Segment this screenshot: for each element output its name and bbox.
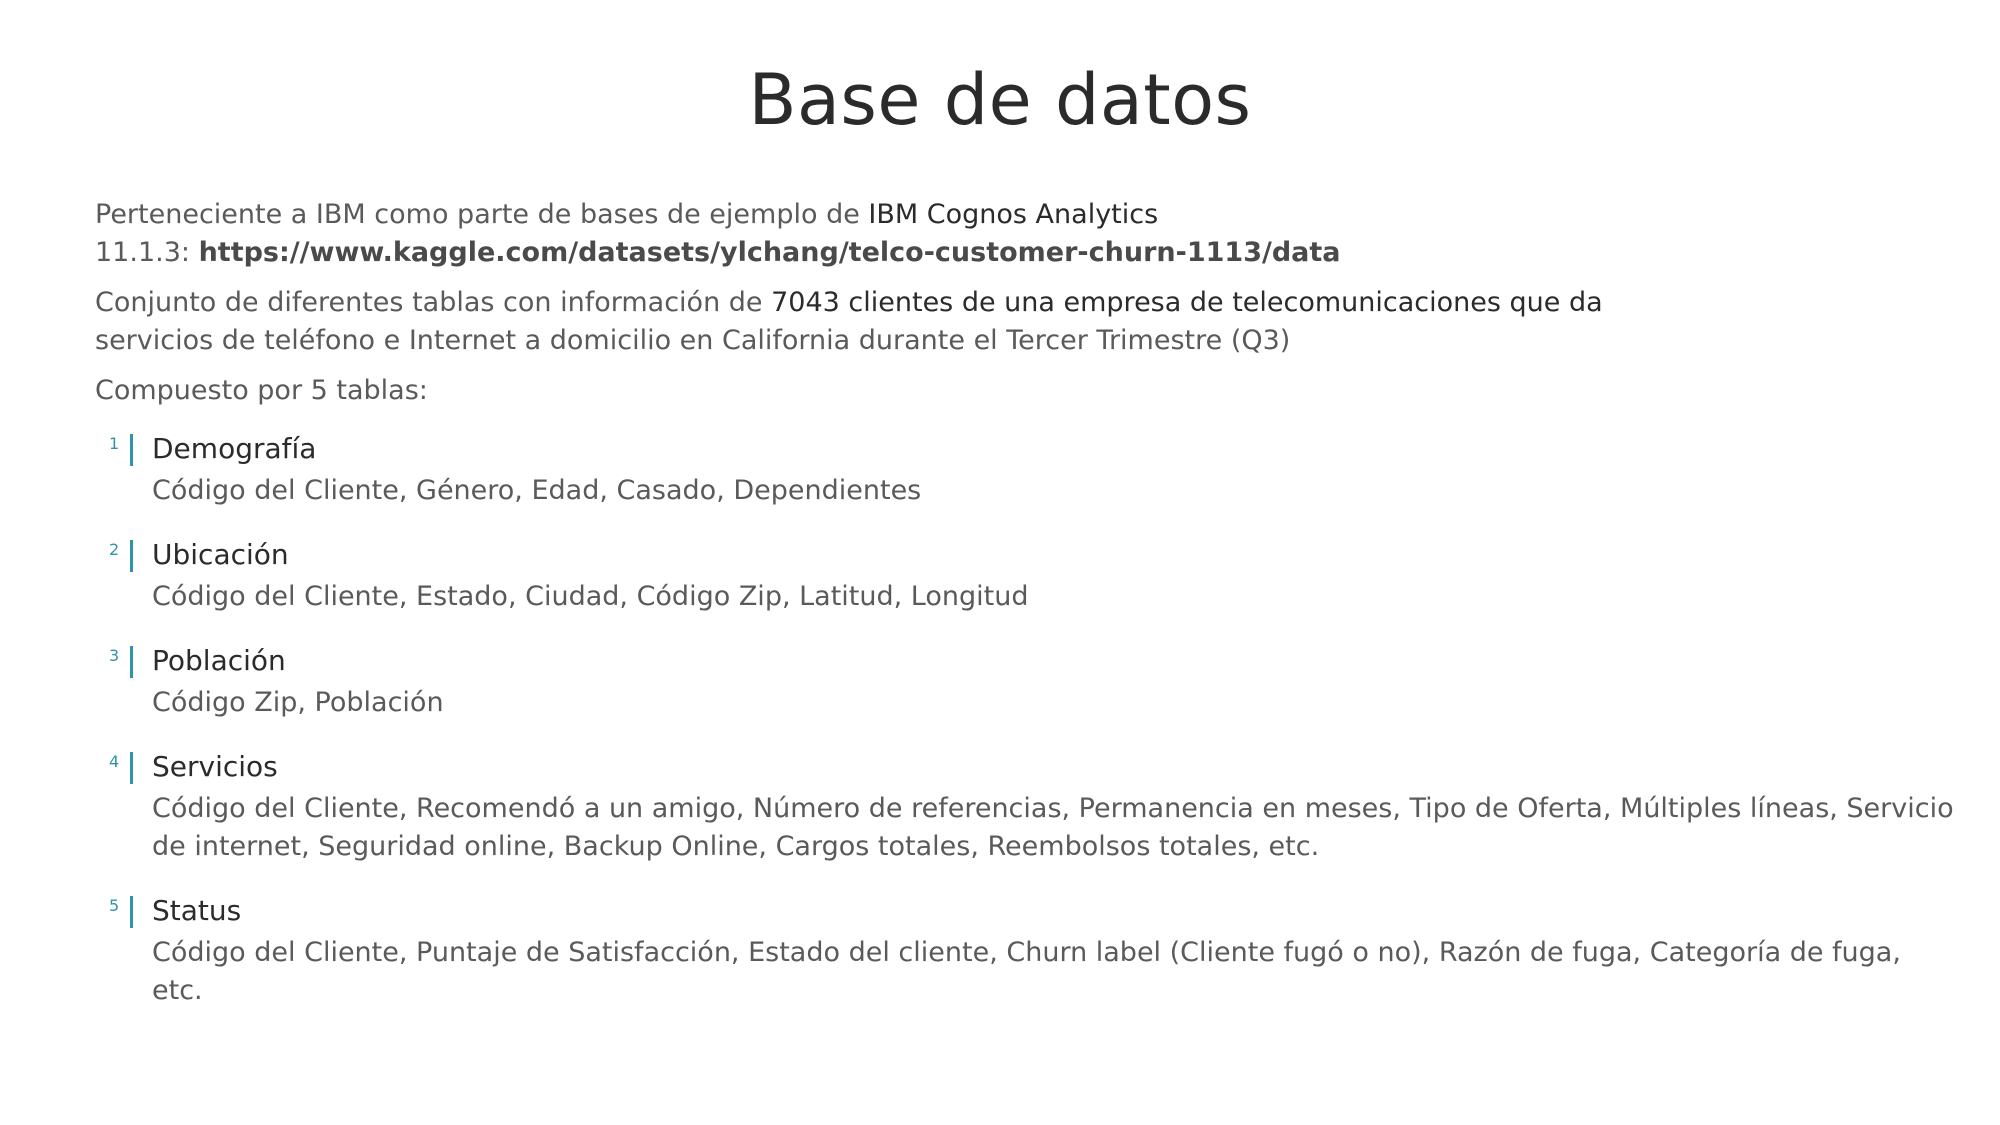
list-item-number: 5 xyxy=(109,896,120,915)
accent-bar xyxy=(130,752,133,784)
source-version: 11.1.3: xyxy=(95,237,199,268)
list-item: 3 Población Código Zip, Población xyxy=(95,642,1955,722)
list-item-number: 2 xyxy=(109,540,120,559)
description-rest: servicios de teléfono e Internet a domic… xyxy=(95,325,1291,356)
list-item-number: 4 xyxy=(109,752,120,771)
description-paragraph: Conjunto de diferentes tablas con inform… xyxy=(95,284,1955,360)
table-name: Población xyxy=(152,644,286,677)
table-name: Demografía xyxy=(152,432,317,465)
accent-bar xyxy=(130,896,133,928)
tables-list: 1 Demografía Código del Cliente, Género,… xyxy=(95,430,1955,1010)
description-prefix: Conjunto de diferentes tablas con inform… xyxy=(95,287,772,318)
list-item: 4 Servicios Código del Cliente, Recomend… xyxy=(95,748,1955,866)
table-fields: Código del Cliente, Género, Edad, Casado… xyxy=(152,475,922,506)
table-fields: Código del Cliente, Estado, Ciudad, Códi… xyxy=(152,581,1029,612)
table-name: Servicios xyxy=(152,750,278,783)
table-fields: Código Zip, Población xyxy=(152,687,444,718)
description-highlight: 7043 clientes de una empresa de telecomu… xyxy=(771,287,1603,318)
source-prefix: Perteneciente a IBM como parte de bases … xyxy=(95,199,869,230)
dataset-link[interactable]: https://www.kaggle.com/datasets/ylchang/… xyxy=(199,237,1341,268)
composed-label: Compuesto por 5 tablas: xyxy=(95,375,428,406)
slide: Base de datos Perteneciente a IBM como p… xyxy=(0,0,2000,1125)
list-item: 5 Status Código del Cliente, Puntaje de … xyxy=(95,892,1955,1010)
table-fields: Código del Cliente, Recomendó a un amigo… xyxy=(152,793,1954,862)
slide-content: Perteneciente a IBM como parte de bases … xyxy=(95,196,1955,1036)
accent-bar xyxy=(130,434,133,466)
accent-bar xyxy=(130,540,133,572)
list-item-number: 1 xyxy=(109,434,120,453)
list-item: 1 Demografía Código del Cliente, Género,… xyxy=(95,430,1955,510)
list-item: 2 Ubicación Código del Cliente, Estado, … xyxy=(95,536,1955,616)
source-product: IBM Cognos Analytics xyxy=(868,199,1159,230)
table-name: Ubicación xyxy=(152,538,289,571)
table-name: Status xyxy=(152,894,242,927)
table-fields: Código del Cliente, Puntaje de Satisfacc… xyxy=(152,937,1901,1006)
page-title: Base de datos xyxy=(748,59,1252,141)
source-paragraph: Perteneciente a IBM como parte de bases … xyxy=(95,196,1955,272)
list-item-number: 3 xyxy=(109,646,120,665)
accent-bar xyxy=(130,646,133,678)
